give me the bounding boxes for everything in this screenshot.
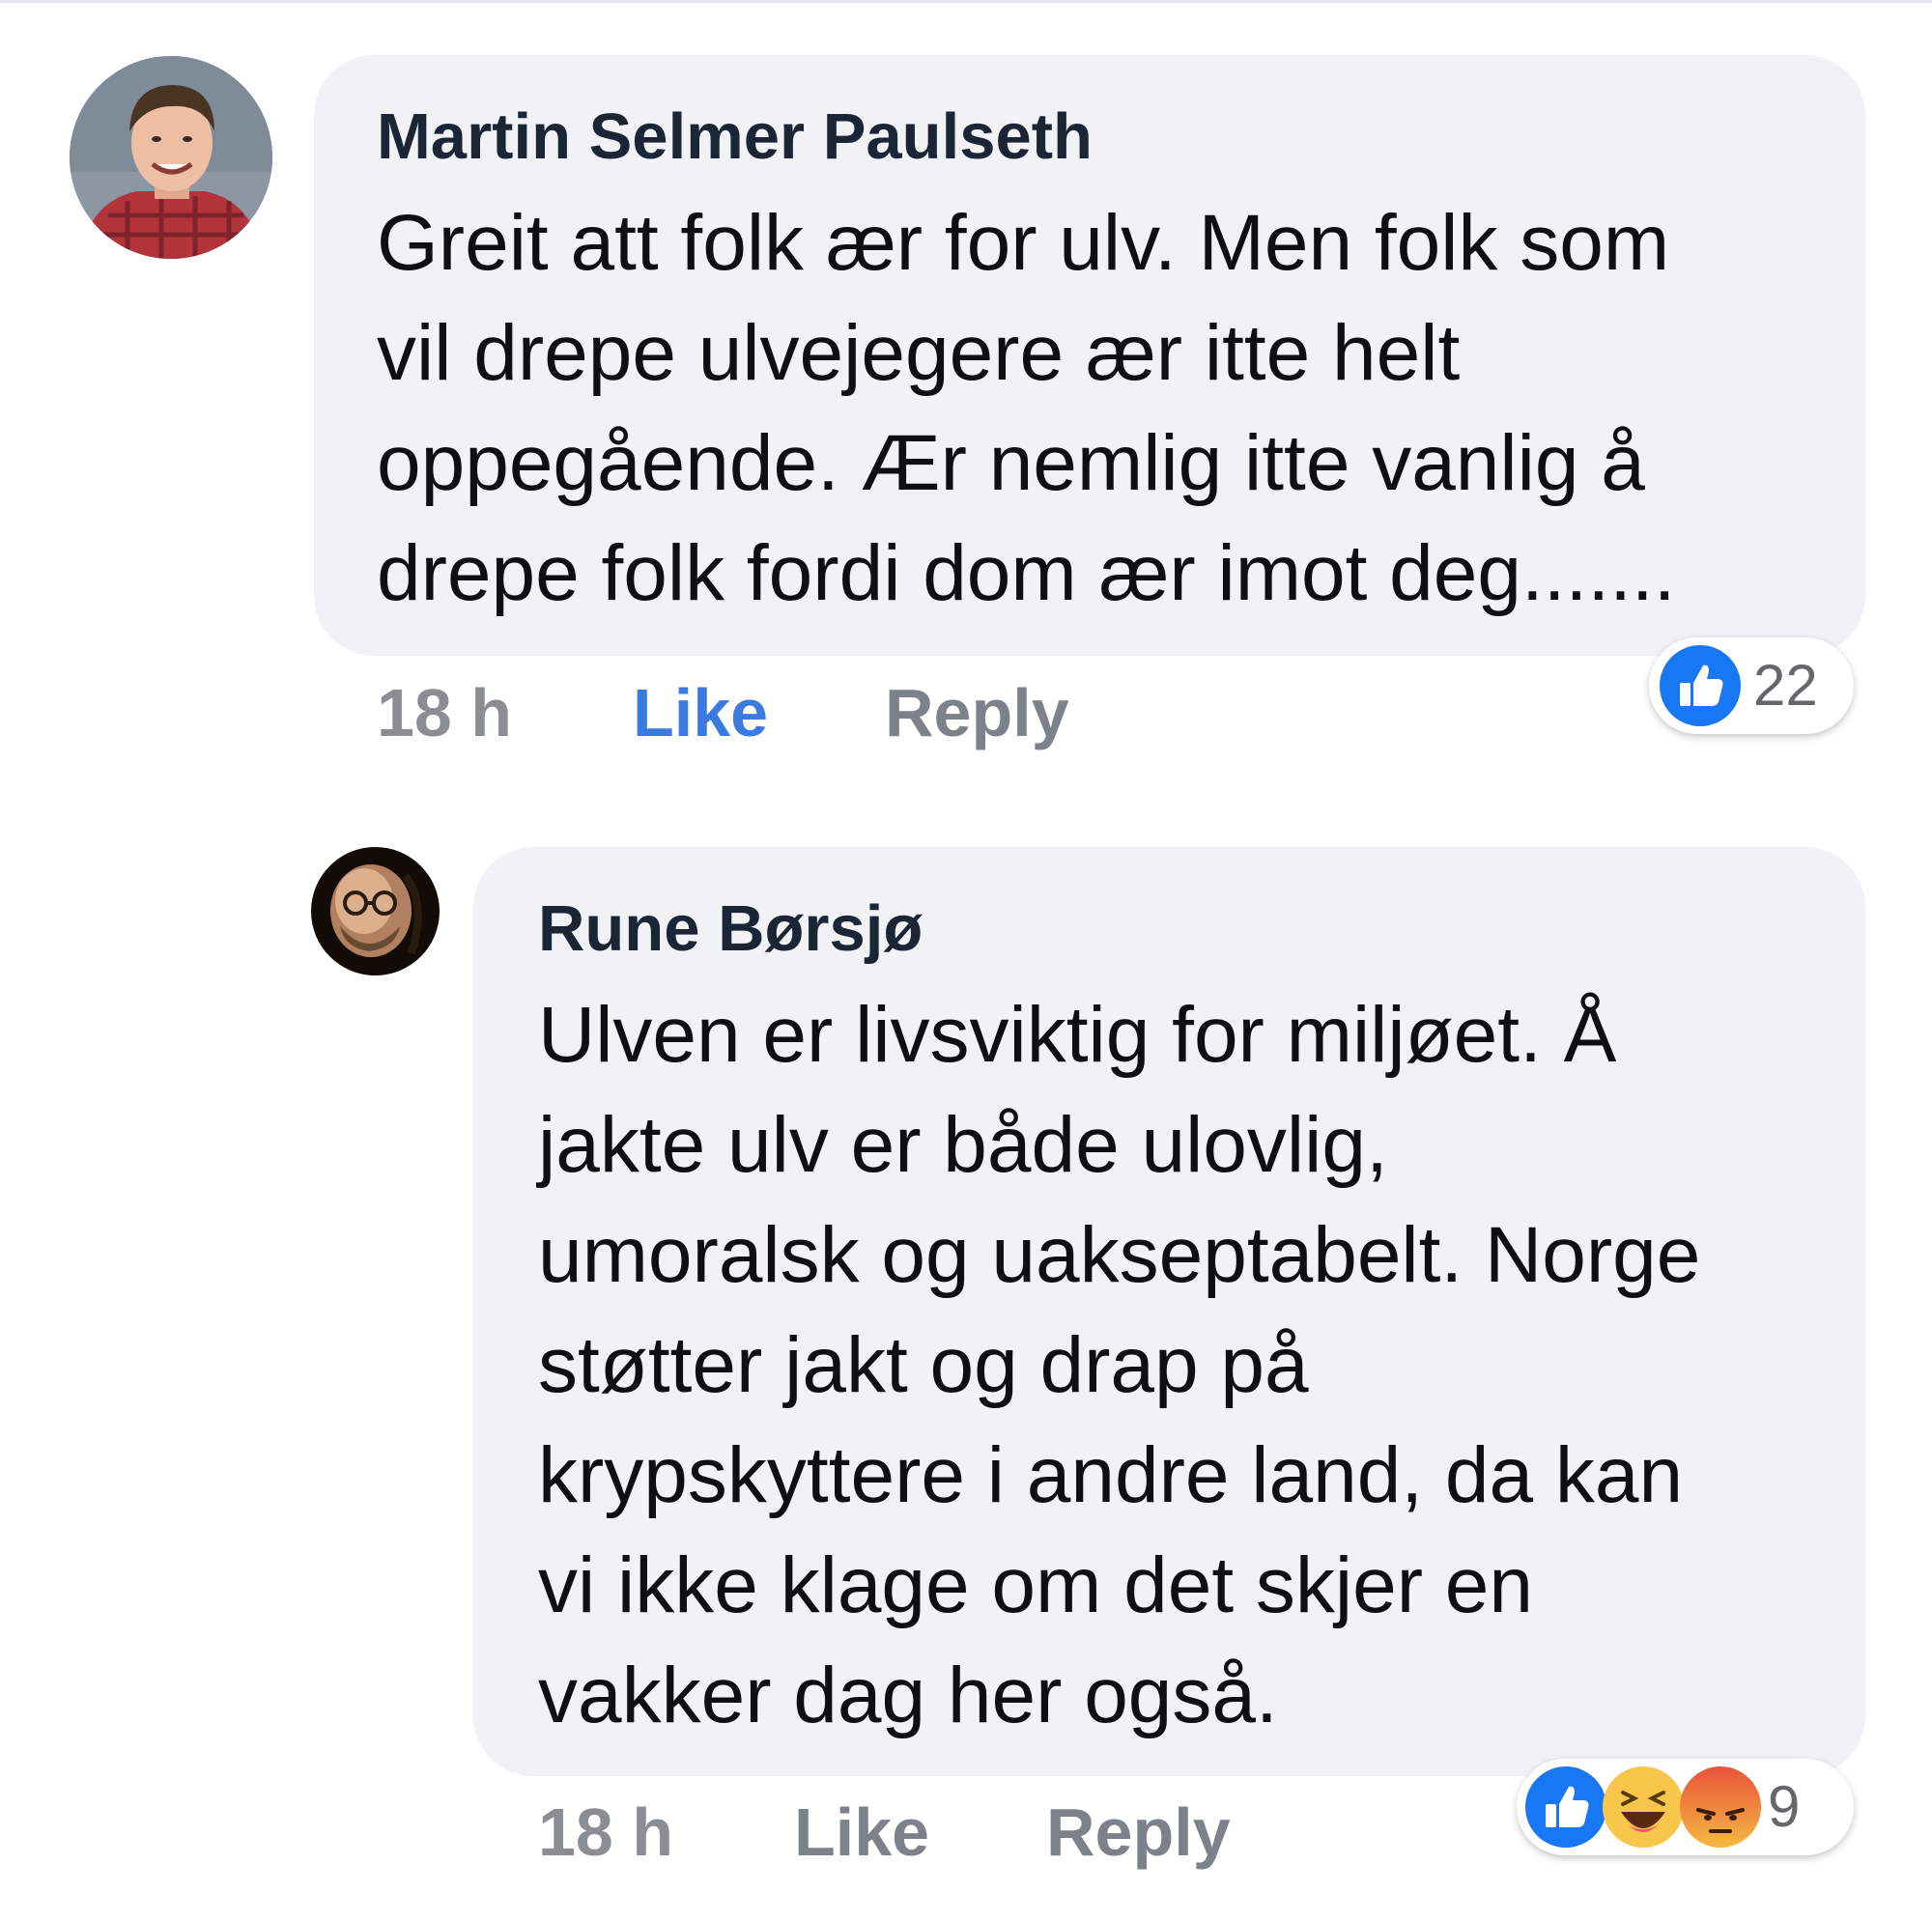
reaction-count: 9 <box>1768 1774 1801 1839</box>
like-button[interactable]: Like <box>633 674 768 751</box>
top-divider <box>0 0 1932 3</box>
comment-author[interactable]: Martin Selmer Paulseth <box>377 99 1093 176</box>
reply-button[interactable]: Reply <box>1046 1794 1231 1871</box>
comment-text-line: krypskyttere i andre land, da kan <box>538 1431 1684 1519</box>
comment-text-line: vi ikke klage om det skjer en <box>538 1541 1534 1629</box>
avatar[interactable] <box>70 56 272 259</box>
comment-author[interactable]: Rune Børsjø <box>538 890 923 968</box>
like-icon <box>1524 1766 1607 1849</box>
comment-text-line: umoralsk og uakseptabelt. Norge <box>538 1211 1701 1299</box>
comment-text-line: Greit att folk ær for ulv. Men folk som <box>377 199 1670 287</box>
comment-text-line: oppegående. Ær nemlig itte vanlig å <box>377 419 1645 507</box>
like-icon <box>1659 644 1742 727</box>
comment-timestamp[interactable]: 18 h <box>377 674 512 751</box>
reply-button[interactable]: Reply <box>885 674 1069 751</box>
angry-icon <box>1679 1766 1762 1849</box>
comment-timestamp[interactable]: 18 h <box>538 1794 673 1871</box>
comment-text-line: drepe folk fordi dom ær imot deg....... <box>377 529 1676 617</box>
comment-text-line: støtter jakt og drap på <box>538 1321 1309 1409</box>
avatar[interactable] <box>311 847 440 975</box>
reaction-count: 22 <box>1753 653 1818 718</box>
like-button[interactable]: Like <box>794 1794 929 1871</box>
comment-text-line: vakker dag her også. <box>538 1652 1278 1739</box>
comment-text-line: vil drepe ulvejegere ær itte helt <box>377 309 1461 397</box>
comment-text-line: Ulven er livsviktig for miljøet. Å <box>538 991 1617 1079</box>
comment-text: Greit att folk ær for ulv. Men folk som … <box>377 188 1826 629</box>
reaction-summary[interactable]: 22 <box>1649 637 1854 734</box>
comment-text: Ulven er livsviktig for miljøet. Å jakte… <box>538 980 1852 1751</box>
haha-icon <box>1602 1766 1685 1849</box>
reaction-summary[interactable]: 9 <box>1517 1759 1854 1855</box>
comment-text-line: jakte ulv er både ulovlig, <box>538 1101 1388 1189</box>
